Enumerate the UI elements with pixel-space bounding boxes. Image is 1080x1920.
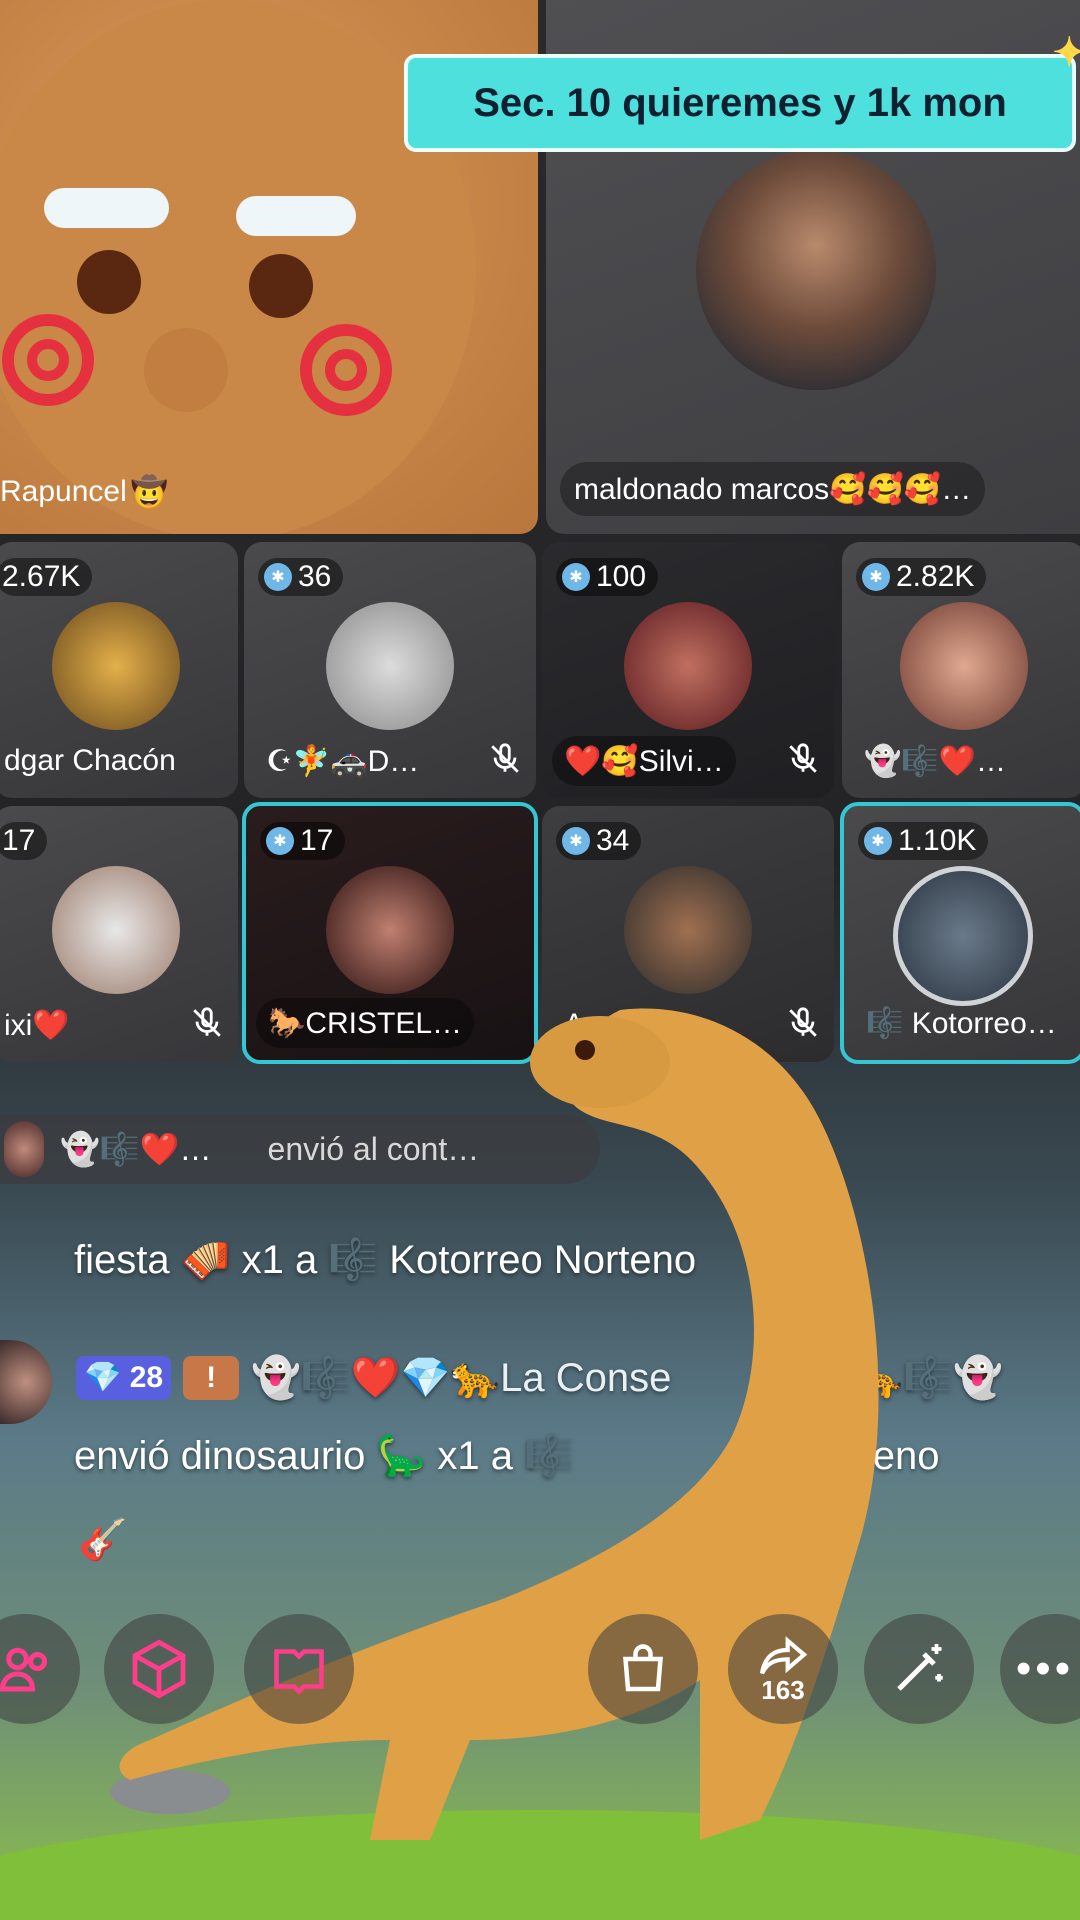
guest-name: ☪🧚🚓D… <box>266 744 420 778</box>
sparkle-icon: ✦ <box>1052 31 1080 75</box>
book-button[interactable] <box>244 1614 354 1724</box>
shopping-bag-icon <box>623 1644 663 1692</box>
coin-count: 2.67K <box>0 558 93 596</box>
gift-box-button[interactable] <box>104 1614 214 1724</box>
gem-icon: ✱ <box>862 563 890 591</box>
guest-tile-3[interactable]: ✱ 100 ❤️🥰Silvi… <box>542 542 834 798</box>
gem-icon: ✱ <box>562 827 590 855</box>
coin-count: ✱ 2.82K <box>856 558 987 596</box>
avatar <box>326 602 454 730</box>
guest-name: Rapuncel <box>0 475 127 508</box>
share-arrow-icon <box>759 1635 808 1674</box>
coin-count: ✱ 17 <box>260 822 346 860</box>
avatar <box>624 602 752 730</box>
coin-count: ✱ 34 <box>556 822 642 860</box>
coin-count: ✱ 1.10K <box>858 822 989 860</box>
avatar <box>52 866 180 994</box>
share-count: 163 <box>761 1674 805 1705</box>
shop-button[interactable] <box>588 1614 698 1724</box>
open-book-icon <box>274 1649 324 1695</box>
gem-icon: ✱ <box>562 563 590 591</box>
coin-count: ✱ 36 <box>258 558 344 596</box>
gem-icon: ✱ <box>264 563 292 591</box>
guest-tile-1[interactable]: 2.67K dgar Chacón <box>0 542 238 798</box>
avatar <box>326 866 454 994</box>
gem-icon: ✱ <box>266 827 294 855</box>
live-room: Rapuncel 🤠 maldonado marcos🥰🥰🥰… Sec. 10 … <box>0 0 1080 1920</box>
share-button[interactable]: 163 <box>728 1614 838 1724</box>
dinosaur-gift-animation <box>0 1008 1080 1920</box>
avatar <box>624 866 752 994</box>
gem-icon: ✱ <box>864 827 892 855</box>
avatar <box>696 150 936 390</box>
guest-name-emoji: 🤠 <box>130 475 169 509</box>
banner-text: Sec. 10 quieremes y 1k mon <box>473 80 1007 125</box>
guest-name: dgar Chacón <box>4 744 176 777</box>
avatar <box>900 602 1028 730</box>
mic-muted-icon <box>789 743 817 773</box>
magic-wand-icon <box>897 1644 943 1691</box>
coin-count: 17 <box>0 822 48 860</box>
people-icon <box>0 1647 47 1692</box>
mic-muted-icon <box>491 743 519 773</box>
cube-icon <box>132 1639 186 1699</box>
more-dots-icon: ••• <box>1015 1644 1075 1693</box>
coin-count: ✱ 100 <box>556 558 659 596</box>
room-title-banner: Sec. 10 quieremes y 1k mon ✦ <box>404 31 1080 152</box>
guest-name: 👻🎼❤️… <box>864 744 1007 778</box>
guest-tile-4[interactable]: ✱ 2.82K 👻🎼❤️… <box>842 542 1080 798</box>
guest-name: ❤️🥰Silvi… <box>552 736 736 786</box>
guest-tile-2[interactable]: ✱ 36 ☪🧚🚓D… <box>244 542 536 798</box>
effects-button[interactable] <box>864 1614 974 1724</box>
avatar <box>52 602 180 730</box>
guest-name-row: Rapuncel 🤠 <box>0 466 168 518</box>
guest-name: maldonado marcos🥰🥰🥰… <box>560 462 986 516</box>
